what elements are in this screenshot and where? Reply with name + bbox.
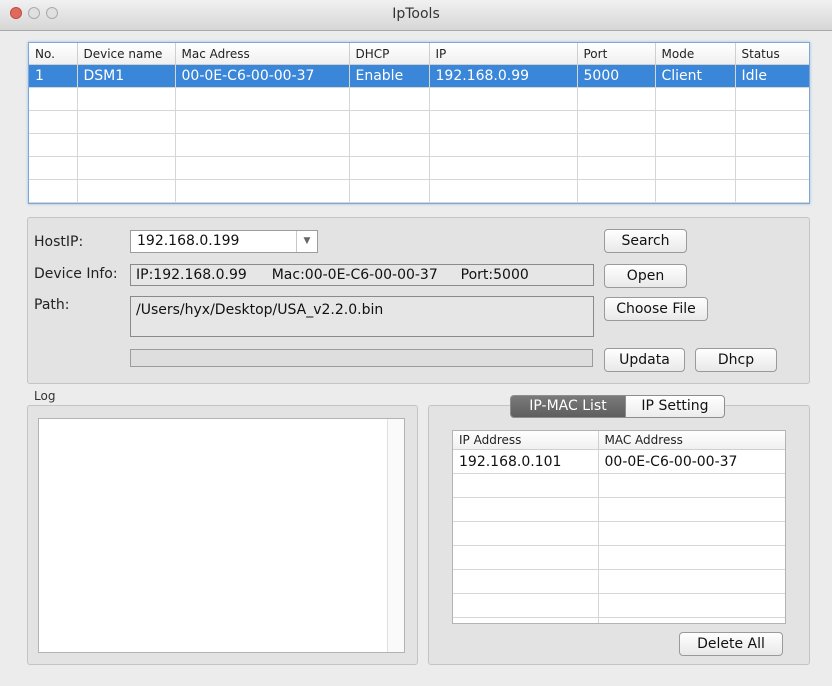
table-row-empty[interactable] <box>453 473 785 498</box>
cell-port: 5000 <box>577 64 656 88</box>
log-scrollbar[interactable] <box>387 419 404 652</box>
search-button[interactable]: Search <box>604 229 687 253</box>
col-header-status[interactable]: Status <box>735 43 809 65</box>
table-row-empty[interactable] <box>29 179 809 203</box>
cell-mode: Client <box>655 64 736 88</box>
cell-device-name: DSM1 <box>77 64 176 88</box>
ip-mac-table[interactable]: IP Address MAC Address 192.168.0.101 00-… <box>452 430 786 624</box>
cell-ip: 192.168.0.99 <box>429 64 578 88</box>
title-bar: IpTools <box>0 0 832 31</box>
progress-bar <box>130 349 593 367</box>
device-table[interactable]: No. Device name Mac Adress DHCP IP Port … <box>28 42 810 204</box>
log-textarea[interactable] <box>38 418 405 653</box>
device-info-mac: Mac:00-0E-C6-00-00-37 <box>271 267 438 283</box>
table-row-empty[interactable] <box>453 569 785 594</box>
col-header-no[interactable]: No. <box>29 43 78 65</box>
table-row[interactable]: 192.168.0.101 00-0E-C6-00-00-37 <box>453 449 785 474</box>
choose-file-button[interactable]: Choose File <box>604 297 708 321</box>
table-row-empty[interactable] <box>29 156 809 180</box>
table-row-empty[interactable] <box>453 545 785 570</box>
table-row-empty[interactable] <box>29 133 809 157</box>
ip-mac-table-header: IP Address MAC Address <box>453 431 785 450</box>
dhcp-button[interactable]: Dhcp <box>695 348 777 372</box>
col-header-device-name[interactable]: Device name <box>77 43 176 65</box>
cell-no: 1 <box>29 64 78 88</box>
table-row-empty[interactable] <box>453 521 785 546</box>
col-header-dhcp[interactable]: DHCP <box>349 43 430 65</box>
table-row-empty[interactable] <box>453 593 785 618</box>
log-title: Log <box>34 389 56 403</box>
cell-ip-address: 192.168.0.101 <box>453 449 599 474</box>
tab-ip-mac-list[interactable]: IP-MAC List <box>510 395 626 418</box>
window-title: IpTools <box>392 6 440 22</box>
col-header-mac-address[interactable]: MAC Address <box>598 431 785 450</box>
path-label: Path: <box>34 297 70 313</box>
cell-mac: 00-0E-C6-00-00-37 <box>175 64 350 88</box>
table-row-empty[interactable] <box>453 617 785 623</box>
device-info-ip: IP:192.168.0.99 <box>136 267 247 283</box>
table-row-empty[interactable] <box>29 110 809 134</box>
device-info-field: IP:192.168.0.99 Mac:00-0E-C6-00-00-37 Po… <box>130 264 594 286</box>
table-row-empty[interactable] <box>29 87 809 111</box>
device-info-label: Device Info: <box>34 266 118 282</box>
cell-mac-address: 00-0E-C6-00-00-37 <box>598 449 785 474</box>
hostip-label: HostIP: <box>34 234 84 250</box>
chevron-down-icon[interactable]: ▼ <box>296 231 317 252</box>
table-row-empty[interactable] <box>453 497 785 522</box>
col-header-port[interactable]: Port <box>577 43 656 65</box>
open-button[interactable]: Open <box>604 264 687 288</box>
cell-status: Idle <box>735 64 809 88</box>
device-info-port: Port:5000 <box>460 267 529 283</box>
updata-button[interactable]: Updata <box>604 348 685 372</box>
delete-all-button[interactable]: Delete All <box>679 632 783 656</box>
hostip-value: 192.168.0.199 <box>137 233 240 249</box>
col-header-ip[interactable]: IP <box>429 43 578 65</box>
col-header-mode[interactable]: Mode <box>655 43 736 65</box>
path-field[interactable]: /Users/hyx/Desktop/USA_v2.2.0.bin <box>130 296 594 337</box>
device-table-header: No. Device name Mac Adress DHCP IP Port … <box>29 43 809 65</box>
cell-dhcp: Enable <box>349 64 430 88</box>
col-header-mac[interactable]: Mac Adress <box>175 43 350 65</box>
hostip-combobox[interactable]: 192.168.0.199 ▼ <box>130 230 318 253</box>
col-header-ip-address[interactable]: IP Address <box>453 431 599 450</box>
tab-ip-setting[interactable]: IP Setting <box>625 395 725 418</box>
table-row[interactable]: 1 DSM1 00-0E-C6-00-00-37 Enable 192.168.… <box>29 64 809 88</box>
